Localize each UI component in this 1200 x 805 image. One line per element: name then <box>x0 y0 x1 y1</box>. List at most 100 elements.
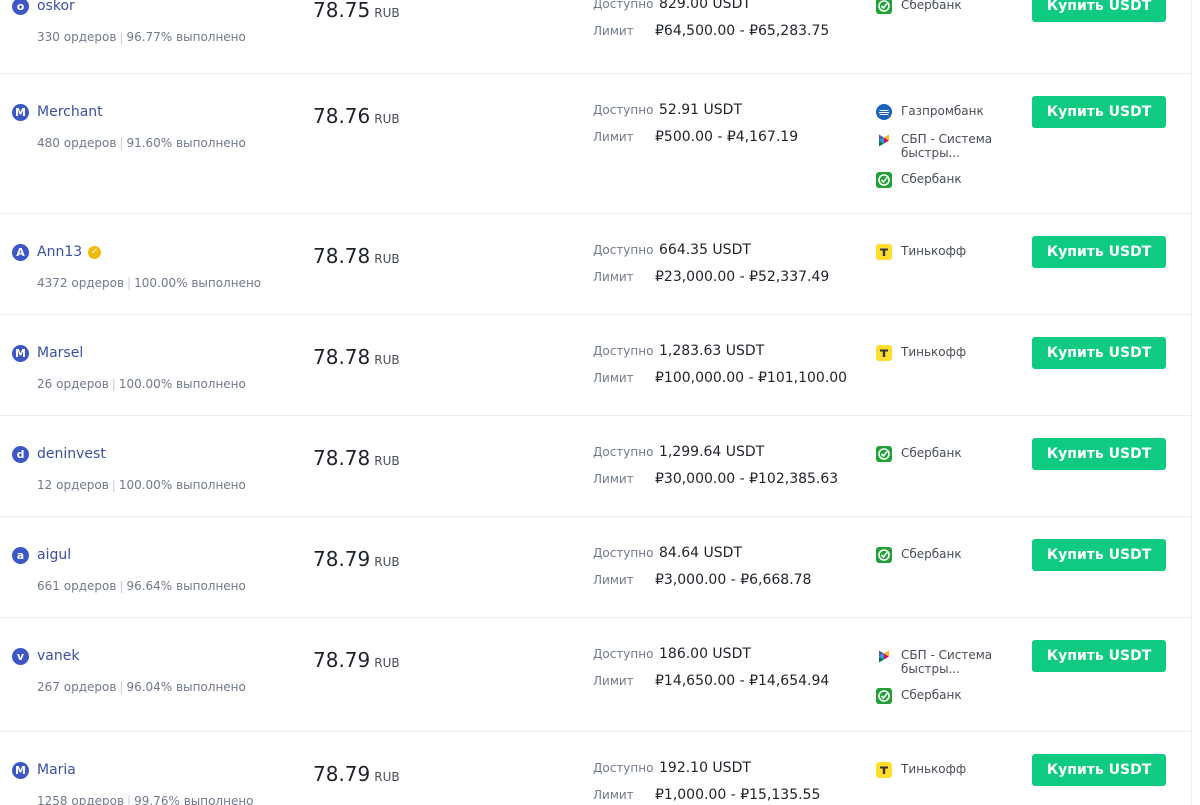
advertiser-nickname[interactable]: oskor <box>37 0 75 14</box>
completion-rate: 100.00% <box>134 276 188 290</box>
payment-methods: Тинькофф <box>876 762 1026 778</box>
payment-method-label: СБП - Система быстры... <box>901 648 993 676</box>
advertiser-nickname[interactable]: Merchant <box>37 104 103 120</box>
advertiser-stats: 12 ордеров | 100.00% выполнено <box>37 478 246 492</box>
advertiser-nickname[interactable]: Ann13 <box>37 244 82 260</box>
advertiser-name-line: v vanek <box>12 646 246 666</box>
limit-label: Лимит <box>593 270 634 284</box>
available-label: Доступно <box>593 761 654 775</box>
limit-line: Лимит ₽100,000.00 - ₽101,100.00 <box>593 370 847 390</box>
advertiser-nickname[interactable]: deninvest <box>37 446 106 462</box>
completion-rate: 91.60% <box>126 136 173 150</box>
limit-range: ₽14,650.00 - ₽14,654.94 <box>655 673 830 689</box>
payment-method-sbp: СБП - Система быстры... <box>876 648 1026 676</box>
price-currency: RUB <box>374 6 400 20</box>
buy-usdt-button[interactable]: Купить USDT <box>1032 96 1166 128</box>
completion-rate: 100.00% <box>118 377 173 391</box>
available-line: Доступно 829.00 USDT <box>593 0 829 16</box>
limit-line: Лимит ₽3,000.00 - ₽6,668.78 <box>593 572 811 592</box>
verified-badge-icon: ✓ <box>88 245 102 259</box>
available-amount: 84.64 USDT <box>659 545 742 561</box>
advertiser-nickname[interactable]: Maria <box>37 762 76 778</box>
price: 78.78 RUB <box>313 446 400 470</box>
stats-divider: | <box>127 794 132 805</box>
sberbank-icon <box>876 547 892 563</box>
completed-word: выполнено <box>183 794 254 805</box>
available-line: Доступно 1,299.64 USDT <box>593 444 838 464</box>
completed-word: выполнено <box>176 30 246 44</box>
buy-usdt-button[interactable]: Купить USDT <box>1032 337 1166 369</box>
advertiser-nickname[interactable]: Marsel <box>37 345 83 361</box>
limit-label: Лимит <box>593 371 634 385</box>
advertiser-stats: 661 ордеров | 96.64% выполнено <box>37 579 246 593</box>
payment-methods: Сбербанк <box>876 547 1026 563</box>
advertiser-nickname[interactable]: vanek <box>37 648 79 664</box>
available-limit: Доступно 664.35 USDT Лимит ₽23,000.00 - ₽52… <box>593 242 829 289</box>
price-value: 78.78 <box>313 244 371 268</box>
completion-rate: 96.64% <box>126 579 173 593</box>
completed-word: выполнено <box>176 579 246 593</box>
avatar: o <box>12 0 29 15</box>
available-amount: 52.91 USDT <box>659 102 742 118</box>
orders-word: ордеров <box>71 794 125 805</box>
payment-methods: Сбербанк <box>876 0 1026 14</box>
payment-method-sber: Сбербанк <box>876 446 1026 462</box>
limit-label: Лимит <box>593 130 634 144</box>
buy-usdt-button[interactable]: Купить USDT <box>1032 640 1166 672</box>
available-amount: 1,283.63 USDT <box>659 343 765 359</box>
advertiser-stats: 330 ордеров | 96.77% выполнено <box>37 30 246 44</box>
available-limit: Доступно 84.64 USDT Лимит ₽3,000.00 - ₽6,66… <box>593 545 811 592</box>
p2p-offer-list: o oskor 330 ордеров | 96.77% выполнено 78.75 R… <box>0 0 1192 805</box>
buy-usdt-button[interactable]: Купить USDT <box>1032 438 1166 470</box>
price-currency: RUB <box>374 112 400 126</box>
advertiser-stats: 267 ордеров | 96.04% выполнено <box>37 680 246 694</box>
buy-usdt-button[interactable]: Купить USDT <box>1032 0 1166 22</box>
available-label: Доступно <box>593 445 654 459</box>
orders-word: ордеров <box>63 579 117 593</box>
buy-usdt-button[interactable]: Купить USDT <box>1032 754 1166 786</box>
completion-rate: 96.77% <box>126 30 173 44</box>
payment-methods: Сбербанк <box>876 446 1026 462</box>
stats-divider: | <box>111 478 116 492</box>
order-count: 1258 <box>37 794 68 805</box>
avatar: M <box>12 103 29 121</box>
order-count: 4372 <box>37 276 68 290</box>
advertiser-nickname[interactable]: aigul <box>37 547 71 563</box>
price-value: 78.79 <box>313 648 371 672</box>
limit-range: ₽64,500.00 - ₽65,283.75 <box>655 23 830 39</box>
avatar: A <box>12 243 29 261</box>
available-label: Доступно <box>593 647 654 661</box>
limit-range: ₽30,000.00 - ₽102,385.63 <box>655 471 839 487</box>
completed-word: выполнено <box>176 680 246 694</box>
buy-usdt-button[interactable]: Купить USDT <box>1032 539 1166 571</box>
advertiser-info: a aigul 661 ордеров | 96.64% выполнено <box>12 545 246 593</box>
completed-word: выполнено <box>176 377 246 391</box>
price-currency: RUB <box>374 555 400 569</box>
completion-rate: 96.04% <box>126 680 173 694</box>
avatar: v <box>12 647 29 665</box>
offer-row: o oskor 330 ордеров | 96.77% выполнено 78.75 R… <box>0 0 1191 74</box>
limit-range: ₽23,000.00 - ₽52,337.49 <box>655 269 830 285</box>
completed-word: выполнено <box>176 136 246 150</box>
buy-usdt-button[interactable]: Купить USDT <box>1032 236 1166 268</box>
order-count: 330 <box>37 30 60 44</box>
available-limit: Доступно 186.00 USDT Лимит ₽14,650.00 - ₽14… <box>593 646 829 693</box>
price: 78.79 RUB <box>313 648 400 672</box>
order-count: 26 <box>37 377 53 391</box>
offer-row: a aigul 661 ордеров | 96.64% выполнено 78.79 R… <box>0 517 1191 618</box>
offer-row: v vanek 267 ордеров | 96.04% выполнено 78.79 R… <box>0 618 1191 732</box>
available-line: Доступно 1,283.63 USDT <box>593 343 847 363</box>
price: 78.79 RUB <box>313 762 400 786</box>
price-value: 78.79 <box>313 762 371 786</box>
available-label: Доступно <box>593 243 654 257</box>
advertiser-info: o oskor 330 ордеров | 96.77% выполнено <box>12 0 246 44</box>
available-limit: Доступно 192.10 USDT Лимит ₽1,000.00 - ₽15,… <box>593 760 820 805</box>
available-line: Доступно 186.00 USDT <box>593 646 829 666</box>
available-amount: 192.10 USDT <box>659 760 751 776</box>
payment-methods: Газпромбанк СБП - Система быстры... Сберба… <box>876 104 1026 188</box>
limit-label: Лимит <box>593 24 634 38</box>
stats-divider: | <box>119 579 124 593</box>
price-value: 78.78 <box>313 446 371 470</box>
advertiser-info: v vanek 267 ордеров | 96.04% выполнено <box>12 646 246 694</box>
limit-line: Лимит ₽64,500.00 - ₽65,283.75 <box>593 23 829 43</box>
